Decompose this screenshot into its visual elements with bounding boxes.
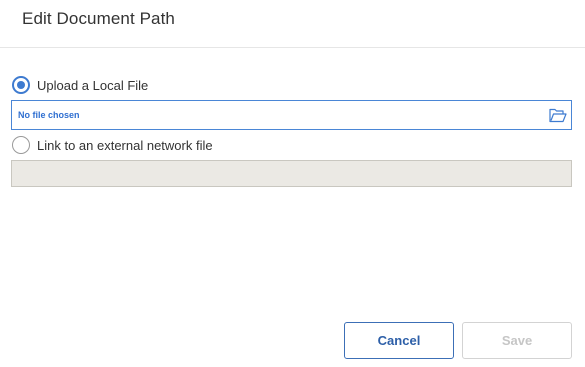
file-chooser-status: No file chosen bbox=[18, 110, 80, 120]
link-network-file-option[interactable]: Link to an external network file bbox=[12, 135, 213, 155]
link-network-file-label[interactable]: Link to an external network file bbox=[37, 138, 213, 153]
save-button[interactable]: Save bbox=[462, 322, 572, 359]
dialog-header: Edit Document Path bbox=[0, 0, 585, 48]
upload-local-file-option[interactable]: Upload a Local File bbox=[12, 75, 148, 95]
file-chooser-field[interactable]: No file chosen bbox=[11, 100, 572, 130]
upload-local-file-label[interactable]: Upload a Local File bbox=[37, 78, 148, 93]
cancel-button[interactable]: Cancel bbox=[344, 322, 454, 359]
network-file-path-input[interactable] bbox=[11, 160, 572, 187]
upload-local-file-radio[interactable] bbox=[12, 76, 30, 94]
link-network-file-radio[interactable] bbox=[12, 136, 30, 154]
dialog-title: Edit Document Path bbox=[22, 9, 175, 28]
folder-open-icon[interactable] bbox=[549, 108, 567, 123]
edit-document-path-dialog: Edit Document Path Upload a Local File N… bbox=[0, 0, 585, 367]
